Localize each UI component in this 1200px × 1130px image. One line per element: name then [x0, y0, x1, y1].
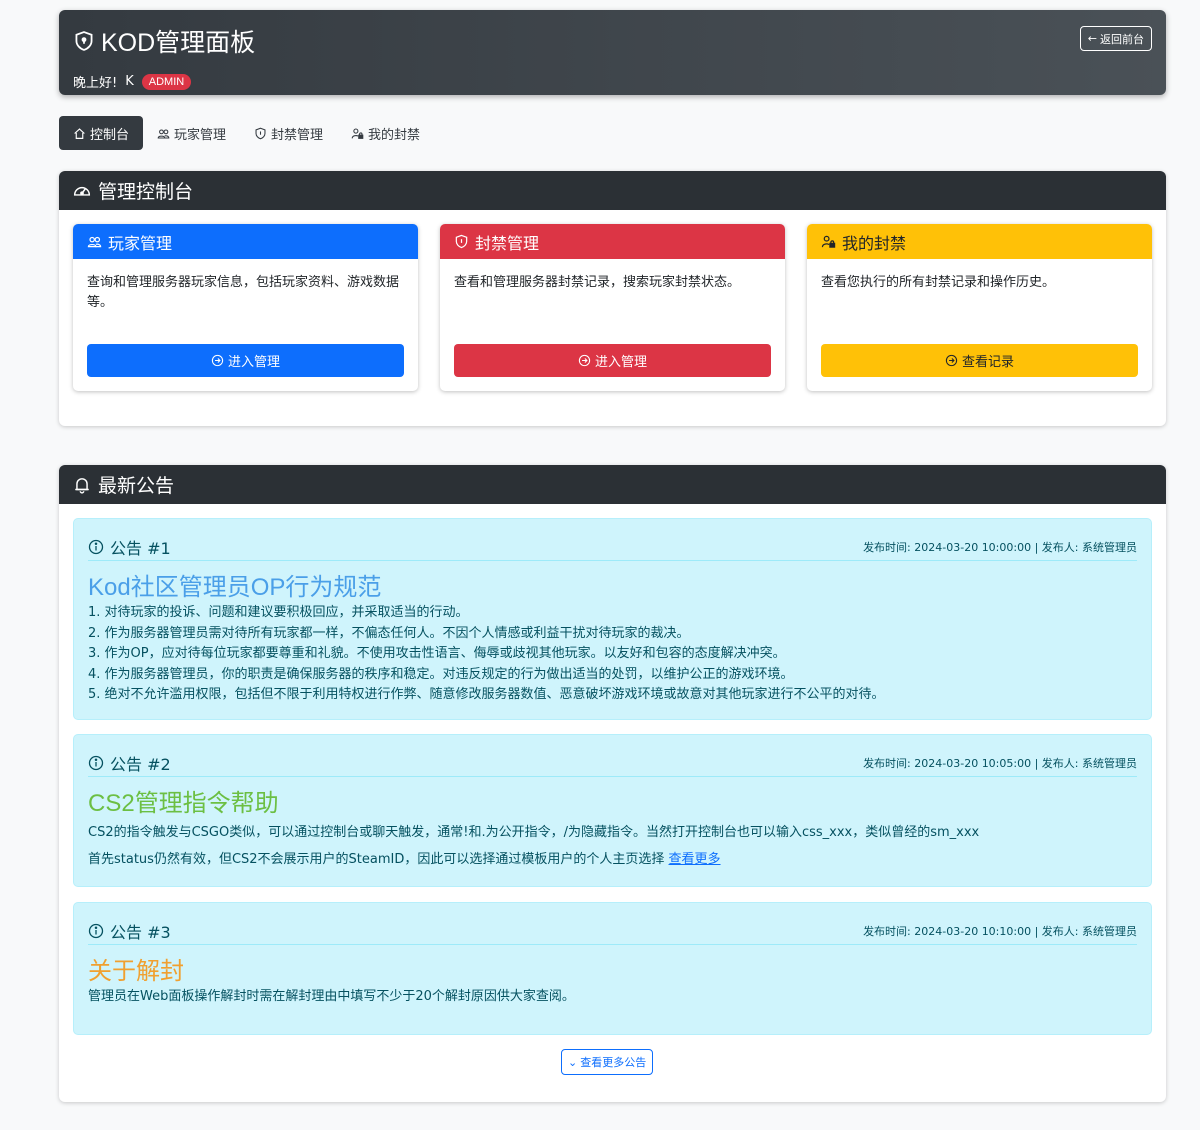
people-icon	[157, 128, 170, 138]
info-circle-icon	[88, 923, 104, 938]
announcement-label: 公告 #3	[88, 919, 171, 943]
announcement-header: 公告 #2 发布时间: 2024-03-20 10:05:00 | 发布人: 系…	[88, 749, 1137, 777]
back-button-label: 返回前台	[1100, 32, 1144, 46]
arrow-right-circle-icon	[578, 354, 591, 367]
card-header: 封禁管理	[440, 224, 785, 259]
tab-players[interactable]: 玩家管理	[143, 116, 240, 150]
page-title: KOD管理面板	[73, 23, 255, 59]
announcement-line: 管理员在Web面板操作解封时需在解封理由中填写不少于20个解封原因供大家查阅。	[88, 989, 575, 1004]
announcement-number: 公告 #3	[110, 922, 171, 942]
announcement-header: 公告 #1 发布时间: 2024-03-20 10:00:00 | 发布人: 系…	[88, 533, 1137, 561]
view-records-button[interactable]: 查看记录	[821, 344, 1138, 377]
tab-label: 我的封禁	[368, 127, 421, 143]
button-label: 进入管理	[594, 355, 647, 370]
info-circle-icon	[88, 539, 104, 554]
announcement-item: 公告 #3 发布时间: 2024-03-20 10:10:00 | 发布人: 系…	[73, 902, 1152, 1035]
announcement-meta: 发布时间: 2024-03-20 10:00:00 | 发布人: 系统管理员	[863, 540, 1137, 554]
card-player-management: 玩家管理 查询和管理服务器玩家信息，包括玩家资料、游戏数据等。 进入管理	[73, 224, 418, 391]
announcements-panel: 最新公告 公告 #1 发布时间: 2024-03-20 10:00:00 | 发…	[59, 465, 1166, 1102]
card-header: 玩家管理	[73, 224, 418, 259]
shield-icon	[455, 234, 468, 249]
announcement-line: CS2的指令触发与CSGO类似，可以通过控制台或聊天触发，通常!和.为公开指令，…	[88, 825, 980, 840]
announcement-line: 5. 绝对不允许滥用权限，包括但不限于利用特权进行作弊、随意修改服务器数值、恶意…	[88, 687, 885, 702]
dashboard-panel: 管理控制台 玩家管理 查询和管理服务器玩家信息，包括玩家资料、游戏数据等。 进入…	[59, 171, 1166, 426]
announcement-line: 首先status仍然有效，但CS2不会展示用户的SteamID，因此可以选择通过…	[88, 846, 1137, 873]
card-header: 我的封禁	[807, 224, 1152, 259]
shield-icon	[75, 31, 93, 51]
announcement-label: 公告 #1	[88, 535, 171, 559]
more-button-label: 查看更多公告	[580, 1056, 647, 1069]
tab-bans[interactable]: 封禁管理	[240, 116, 337, 150]
button-label: 查看记录	[961, 355, 1014, 370]
announcement-title: 关于解封	[88, 958, 184, 985]
arrow-left-icon: ←	[1087, 32, 1097, 45]
announcement-number: 公告 #1	[110, 538, 171, 558]
dashboard-title: 管理控制台	[98, 181, 194, 203]
card-title: 玩家管理	[108, 233, 173, 253]
announcement-header: 公告 #3 发布时间: 2024-03-20 10:10:00 | 发布人: 系…	[88, 917, 1137, 945]
announcement-body: 1. 对待玩家的投诉、问题和建议要积极回应，并采取适当的行动。 2. 作为服务器…	[88, 603, 1137, 706]
announcement-meta: 发布时间: 2024-03-20 10:10:00 | 发布人: 系统管理员	[863, 924, 1137, 938]
enter-ban-management-button[interactable]: 进入管理	[454, 344, 771, 377]
card-description: 查询和管理服务器玩家信息，包括玩家资料、游戏数据等。	[87, 275, 400, 310]
announcement-title: Kod社区管理员OP行为规范	[88, 574, 382, 601]
card-ban-management: 封禁管理 查看和管理服务器封禁记录，搜索玩家封禁状态。 进入管理	[440, 224, 785, 391]
announcement-item: 公告 #1 发布时间: 2024-03-20 10:00:00 | 发布人: 系…	[73, 518, 1152, 720]
dashboard-panel-header: 管理控制台	[59, 171, 1166, 210]
arrow-right-circle-icon	[211, 354, 224, 367]
announcement-line: 4. 作为服务器管理员，你的职责是确保服务器的秩序和稳定。对违反规定的行为做出适…	[88, 666, 794, 682]
card-description: 查看和管理服务器封禁记录，搜索玩家封禁状态。	[454, 275, 741, 290]
announcement-item: 公告 #2 发布时间: 2024-03-20 10:05:00 | 发布人: 系…	[73, 734, 1152, 887]
tab-label: 玩家管理	[174, 127, 227, 143]
bell-icon	[75, 477, 89, 494]
person-lock-icon	[351, 128, 364, 139]
announcement-meta: 发布时间: 2024-03-20 10:05:00 | 发布人: 系统管理员	[863, 756, 1137, 770]
house-icon	[74, 127, 85, 139]
app-title: KOD管理面板	[101, 29, 256, 57]
announcement-body: 管理员在Web面板操作解封时需在解封理由中填写不少于20个解封原因供大家查阅。	[88, 987, 1137, 1008]
chevron-down-icon: ⌄	[568, 1055, 578, 1069]
card-my-bans: 我的封禁 查看您执行的所有封禁记录和操作历史。 查看记录	[807, 224, 1152, 391]
card-description: 查看您执行的所有封禁记录和操作历史。	[821, 275, 1056, 290]
card-title: 我的封禁	[842, 233, 907, 253]
announcements-title: 最新公告	[98, 475, 175, 497]
username: K	[125, 74, 134, 89]
announcement-body: CS2的指令触发与CSGO类似，可以通过控制台或聊天触发，通常!和.为公开指令，…	[88, 819, 1137, 873]
announcement-line-text: 首先status仍然有效，但CS2不会展示用户的SteamID，因此可以选择通过…	[88, 852, 665, 867]
greeting-text: 晚上好!	[73, 76, 118, 91]
speedometer-icon	[73, 186, 91, 196]
announcement-line: 2. 作为服务器管理员需对待所有玩家都一样，不偏态任何人。不因个人情感或利益干扰…	[88, 625, 690, 641]
tab-label: 封禁管理	[271, 127, 324, 143]
back-to-front-button[interactable]: ← 返回前台	[1079, 26, 1152, 51]
announcements-panel-header: 最新公告	[59, 465, 1166, 504]
announcement-title: CS2管理指令帮助	[88, 790, 279, 817]
announcement-line: 3. 作为OP，应对待每位玩家都要尊重和礼貌。不使用攻击性语言、侮辱或歧视其他玩…	[88, 646, 786, 661]
shield-icon	[255, 127, 266, 139]
tab-label: 控制台	[90, 127, 130, 143]
view-more-announcements-button[interactable]: ⌄ 查看更多公告	[561, 1049, 654, 1075]
role-badge: ADMIN	[141, 73, 192, 90]
enter-player-management-button[interactable]: 进入管理	[87, 344, 404, 377]
announcement-label: 公告 #2	[88, 751, 171, 775]
announcement-number: 公告 #2	[110, 754, 171, 774]
greeting-row: 晚上好! K ADMIN	[73, 72, 192, 91]
tab-dashboard[interactable]: 控制台	[59, 116, 144, 150]
announcement-line: 1. 对待玩家的投诉、问题和建议要积极回应，并采取适当的行动。	[88, 605, 469, 620]
info-circle-icon	[88, 755, 104, 770]
page-header: KOD管理面板 晚上好! K ADMIN ← 返回前台	[59, 10, 1166, 95]
tab-my-bans[interactable]: 我的封禁	[337, 116, 434, 150]
people-icon	[87, 236, 102, 248]
arrow-right-circle-icon	[945, 354, 958, 367]
nav-tabs: 控制台 玩家管理 封禁管理 我的封禁	[59, 116, 434, 150]
person-lock-icon	[821, 235, 836, 248]
card-title: 封禁管理	[475, 233, 540, 253]
button-label: 进入管理	[227, 355, 280, 370]
see-more-link[interactable]: 查看更多	[669, 852, 721, 867]
dashboard-cards: 玩家管理 查询和管理服务器玩家信息，包括玩家资料、游戏数据等。 进入管理 封禁管…	[59, 210, 1166, 391]
